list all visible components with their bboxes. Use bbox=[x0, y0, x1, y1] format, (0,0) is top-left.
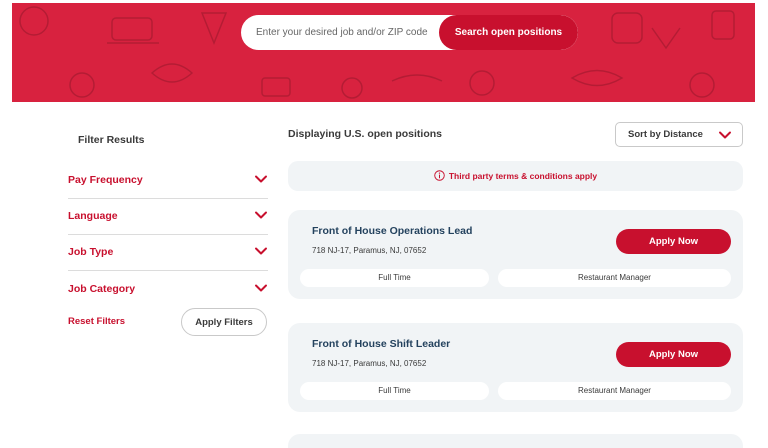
filter-pay-frequency[interactable]: Pay Frequency bbox=[68, 163, 268, 199]
search-open-positions-button[interactable]: Search open positions bbox=[439, 15, 578, 50]
reset-filters-link[interactable]: Reset Filters bbox=[68, 316, 125, 327]
results-heading: Displaying U.S. open positions bbox=[288, 128, 443, 140]
hero-banner: Search open positions bbox=[12, 3, 755, 102]
info-icon bbox=[434, 170, 445, 181]
search-bar: Search open positions bbox=[241, 15, 578, 50]
sort-selected-value: Sort by Distance bbox=[628, 129, 703, 140]
job-search-input[interactable] bbox=[241, 15, 441, 50]
job-type-badge: Full Time bbox=[300, 382, 489, 400]
filter-language[interactable]: Language bbox=[68, 199, 268, 235]
chevron-down-icon bbox=[255, 284, 267, 292]
filter-job-type[interactable]: Job Type bbox=[68, 235, 268, 271]
job-address: 718 NJ-17, Paramus, NJ, 07652 bbox=[312, 359, 427, 368]
filter-label: Job Category bbox=[68, 283, 136, 295]
terms-notice-text: Third party terms & conditions apply bbox=[448, 171, 598, 181]
job-card-partial bbox=[288, 434, 743, 448]
filter-results-title: Filter Results bbox=[78, 134, 145, 146]
chevron-down-icon bbox=[255, 211, 267, 219]
chevron-down-icon bbox=[255, 247, 267, 255]
job-title[interactable]: Front of House Shift Leader bbox=[312, 338, 450, 350]
filter-label: Job Type bbox=[68, 246, 114, 258]
job-category-badge: Restaurant Manager bbox=[498, 382, 731, 400]
chevron-down-icon bbox=[255, 175, 267, 183]
sort-dropdown[interactable]: Sort by Distance bbox=[615, 122, 743, 147]
filter-label: Pay Frequency bbox=[68, 174, 143, 186]
filter-job-category[interactable]: Job Category bbox=[68, 272, 268, 308]
apply-now-button[interactable]: Apply Now bbox=[616, 229, 731, 254]
filter-label: Language bbox=[68, 210, 118, 222]
job-title[interactable]: Front of House Operations Lead bbox=[312, 225, 472, 237]
job-type-badge: Full Time bbox=[300, 269, 489, 287]
job-category-badge: Restaurant Manager bbox=[498, 269, 731, 287]
job-address: 718 NJ-17, Paramus, NJ, 07652 bbox=[312, 246, 427, 255]
job-card[interactable]: Front of House Operations Lead 718 NJ-17… bbox=[288, 210, 743, 299]
job-card[interactable]: Front of House Shift Leader 718 NJ-17, P… bbox=[288, 323, 743, 412]
chevron-down-icon bbox=[719, 131, 731, 139]
apply-now-button[interactable]: Apply Now bbox=[616, 342, 731, 367]
apply-filters-button[interactable]: Apply Filters bbox=[181, 308, 267, 336]
terms-notice-banner[interactable]: Third party terms & conditions apply bbox=[288, 161, 743, 191]
